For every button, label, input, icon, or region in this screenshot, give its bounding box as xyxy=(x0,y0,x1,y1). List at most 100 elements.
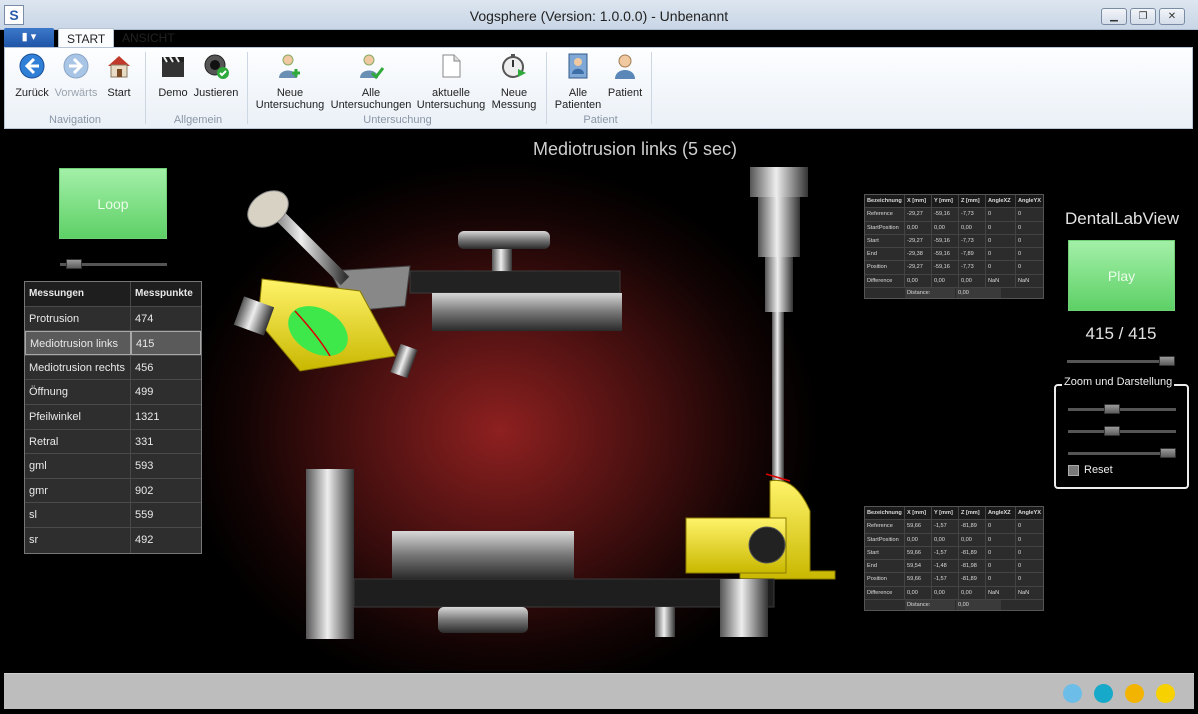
table-row[interactable]: Öffnung 499 xyxy=(25,380,201,405)
measurement-title: Mediotrusion links (5 sec) xyxy=(532,139,738,159)
tab-start[interactable]: START xyxy=(58,28,115,48)
upper-arm xyxy=(409,270,621,294)
row-name: Öffnung xyxy=(25,380,131,404)
grid-header: AngleXZ xyxy=(986,195,1016,208)
display-slider-thumb[interactable] xyxy=(1160,448,1176,458)
table-row[interactable]: Retral 331 xyxy=(25,429,201,455)
row-name: Retral xyxy=(25,429,131,454)
tab-ansicht[interactable]: ANSICHT xyxy=(114,28,183,48)
justieren-button[interactable]: Justieren xyxy=(193,52,239,99)
group-separator xyxy=(247,52,248,124)
minimize-button[interactable]: ▁ xyxy=(1101,8,1127,25)
grid-cell: 0 xyxy=(986,520,1016,533)
grid-cell: 0,00 xyxy=(932,586,959,600)
grid-cell: 0,00 xyxy=(905,586,932,600)
zoom-slider-thumb[interactable] xyxy=(1104,404,1120,414)
group-separator xyxy=(546,52,547,124)
new-measurement-button[interactable]: Neue Messung xyxy=(490,52,538,111)
grid-cell: 0 xyxy=(1018,576,1022,583)
grid-cell: -81,89 xyxy=(959,520,986,533)
incisal-pin xyxy=(772,312,784,487)
table-row[interactable]: Mediotrusion rechts 456 xyxy=(25,355,201,381)
table-header-row: Messungen Messpunkte xyxy=(25,282,201,307)
demo-button[interactable]: Demo xyxy=(155,52,191,99)
play-button[interactable]: Play xyxy=(1068,240,1175,311)
new-examination-button[interactable]: Neue Untersuchung xyxy=(255,52,325,111)
current-examination-label-1: aktuelle xyxy=(432,87,470,99)
grid-cell: -81,89 xyxy=(959,546,986,560)
table-row[interactable]: Pfeilwinkel 1321 xyxy=(25,404,201,430)
table-row[interactable]: sl 559 xyxy=(25,503,201,528)
grid-header: Y [mm] xyxy=(932,195,959,208)
reset-checkbox[interactable] xyxy=(1068,465,1079,476)
row-name: Mediotrusion rechts xyxy=(25,355,131,380)
all-examinations-label-2: Untersuchungen xyxy=(330,99,412,111)
grid-header: Z [mm] xyxy=(959,195,986,208)
grid-header: AngleYX xyxy=(1018,510,1042,516)
user-add-icon xyxy=(279,54,300,78)
playback-slider-thumb[interactable] xyxy=(1159,356,1175,366)
grid-cell: NaN xyxy=(1018,589,1030,596)
grid-cell: 0,00 xyxy=(905,274,932,288)
window-title: Vogsphere (Version: 1.0.0.0) - Unbenannt xyxy=(469,8,729,24)
close-button[interactable]: ✕ xyxy=(1159,8,1185,25)
grid-cell: -1,57 xyxy=(932,573,959,586)
row-count: 474 xyxy=(135,312,154,325)
grid-cell: -81,98 xyxy=(959,560,986,573)
table-row[interactable]: sr 492 xyxy=(25,527,201,553)
grid-cell: Reference xyxy=(865,208,905,221)
grid-cell: -7,73 xyxy=(959,208,986,221)
grid-cell: -7,89 xyxy=(959,248,986,261)
grid-header: X [mm] xyxy=(905,507,932,520)
grid-cell: -1,57 xyxy=(932,520,959,533)
table-row[interactable]: gml 593 xyxy=(25,454,201,479)
grid-cell: 0,00 xyxy=(959,586,986,600)
grid-cell: 0 xyxy=(1018,251,1022,258)
loop-button[interactable]: Loop xyxy=(59,168,167,239)
zoom-group-legend: Zoom und Darstellung xyxy=(1062,376,1175,388)
grid-cell: 0 xyxy=(986,533,1016,546)
patient-button[interactable]: Patient xyxy=(605,52,645,99)
grid-cell: 59,66 xyxy=(905,573,932,586)
row-name: Mediotrusion links xyxy=(25,331,131,355)
row-name: Protrusion xyxy=(25,306,131,331)
grid-cell: StartPosition xyxy=(865,221,905,234)
loop-slider-thumb[interactable] xyxy=(66,259,82,269)
grid-cell: 0 xyxy=(1018,264,1022,271)
row-count: 331 xyxy=(135,435,154,448)
grid-cell: 0,00 xyxy=(932,533,959,546)
table-row-selected[interactable]: Mediotrusion links 415 xyxy=(25,331,201,356)
row-count: 456 xyxy=(135,361,154,374)
grid-cell: 0,00 xyxy=(959,274,986,288)
forward-label: Vorwärts xyxy=(54,87,98,99)
grid-cell: -29,27 xyxy=(905,234,932,248)
grid-cell: NaN xyxy=(986,274,1016,288)
rotation-slider-thumb[interactable] xyxy=(1104,426,1120,436)
restore-button[interactable]: ❐ xyxy=(1130,8,1156,25)
row-count: 415 xyxy=(131,331,201,355)
start-button[interactable]: Start xyxy=(103,52,135,99)
app-window: S Vogsphere (Version: 1.0.0.0) - Unbenan… xyxy=(0,0,1198,714)
back-button[interactable]: Zurück xyxy=(13,52,51,99)
application-menu-button[interactable]: ▮ ▾ xyxy=(4,28,54,47)
rotation-slider[interactable] xyxy=(1068,430,1176,433)
stopwatch-play-icon xyxy=(502,54,526,78)
zoom-slider[interactable] xyxy=(1068,408,1176,411)
grid-cell: Difference xyxy=(865,586,905,600)
grid-header: Bezeichnung xyxy=(865,507,905,520)
grid-cell: NaN xyxy=(1018,277,1030,284)
table-row[interactable]: gmr 902 xyxy=(25,478,201,504)
group-label-patient: Patient xyxy=(583,114,618,126)
distance-label: Distance: xyxy=(905,600,955,611)
current-examination-button[interactable]: aktuelle Untersuchung xyxy=(416,52,486,111)
all-patients-button[interactable]: Alle Patienten xyxy=(553,52,603,111)
all-examinations-button[interactable]: Alle Untersuchungen xyxy=(330,52,412,111)
document-icon xyxy=(442,54,461,78)
forward-button[interactable]: Vorwärts xyxy=(53,52,99,99)
grid-cell: -7,73 xyxy=(959,261,986,274)
grid-cell: -1,57 xyxy=(932,546,959,560)
grid-header: Z [mm] xyxy=(959,507,986,520)
grid-cell: StartPosition xyxy=(865,533,905,546)
demo-label: Demo xyxy=(158,87,188,99)
table-row[interactable]: Protrusion 474 xyxy=(25,306,201,332)
